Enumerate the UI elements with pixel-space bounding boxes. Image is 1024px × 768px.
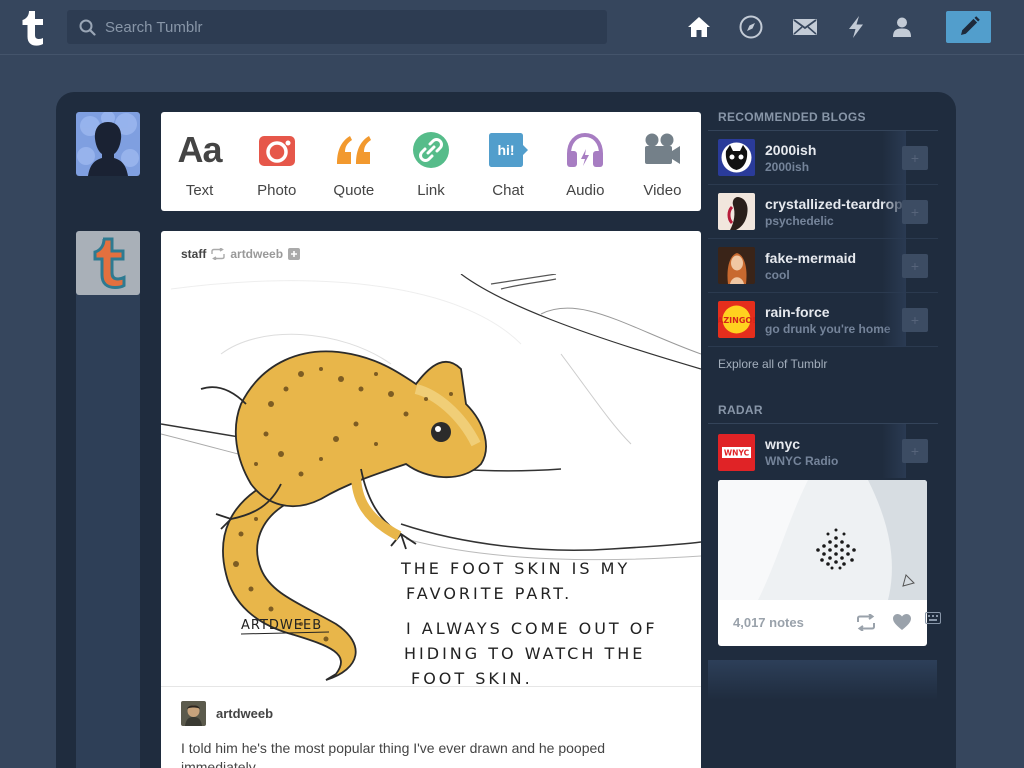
post-type-photo[interactable]: Photo <box>238 112 315 211</box>
follow-button[interactable]: + <box>902 146 928 170</box>
reblog-icon[interactable] <box>856 613 876 631</box>
plus-icon: + <box>910 443 920 459</box>
image-text-line5: FOOT SKIN. <box>411 669 533 686</box>
artdweeb-avatar[interactable] <box>181 701 206 726</box>
headphones-icon <box>565 130 605 170</box>
account-icon[interactable] <box>889 14 915 40</box>
reblogged-from[interactable]: artdweeb <box>230 247 283 261</box>
post-divider <box>161 686 701 687</box>
follow-button[interactable]: + <box>902 254 928 278</box>
pencil-icon <box>960 16 980 35</box>
image-text-line2: FAVORITE PART. <box>406 584 572 603</box>
blog-avatar-wnyc[interactable]: WNYC <box>718 433 755 471</box>
dashboard-post: staff artdweeb THE FOOT SKIN IS MY FAVOR… <box>161 231 701 768</box>
image-text-line3: I ALWAYS COME OUT OF <box>406 619 658 638</box>
blog-avatar-rain-force[interactable]: AZINGO! <box>718 301 755 338</box>
post-avatar-sticky <box>76 231 140 768</box>
compose-button[interactable] <box>946 11 991 43</box>
post-type-bar: Aa Text Photo Quote Link hi! Chat Audio <box>161 112 701 211</box>
activity-bolt-icon[interactable] <box>843 14 869 40</box>
user-avatar-column <box>76 112 140 176</box>
staff-avatar[interactable] <box>76 231 140 295</box>
radar-post-card[interactable]: 4,017 notes <box>718 480 927 646</box>
blog-avatar-crystallized[interactable] <box>718 193 755 230</box>
blog-avatar-2000ish[interactable] <box>718 139 755 176</box>
search-box[interactable] <box>67 10 607 44</box>
image-text-line4: HIDING TO WATCH THE <box>404 644 645 663</box>
radar-title: RADAR <box>708 397 938 424</box>
avatar-azingo-text: AZINGO! <box>718 316 755 325</box>
link-icon <box>412 130 450 170</box>
follow-button[interactable]: + <box>902 439 928 463</box>
plus-icon: + <box>910 258 920 274</box>
recommended-blogs-title: RECOMMENDED BLOGS <box>708 104 938 131</box>
radar-blog-item[interactable]: WNYC wnyc WNYC Radio + <box>708 424 938 480</box>
artist-signature: ARTDWEEB <box>241 618 322 633</box>
post-type-text[interactable]: Aa Text <box>161 112 238 211</box>
blog-avatar-fake-mermaid[interactable] <box>718 247 755 284</box>
camera-icon <box>258 130 296 170</box>
post-type-chat-label: Chat <box>492 182 524 199</box>
post-type-text-label: Text <box>185 182 214 199</box>
post-type-quote-label: Quote <box>333 182 375 199</box>
post-type-video[interactable]: Video <box>624 112 701 211</box>
post-type-video-label: Video <box>643 182 682 199</box>
post-type-quote[interactable]: Quote <box>315 112 392 211</box>
svg-text:hi!: hi! <box>498 142 515 158</box>
video-camera-icon <box>642 130 682 170</box>
plus-icon: + <box>910 204 920 220</box>
chat-icon: hi! <box>487 130 529 170</box>
user-avatar[interactable] <box>76 112 140 176</box>
follow-plus-icon[interactable] <box>288 248 301 260</box>
post-gecko-image: THE FOOT SKIN IS MY FAVORITE PART. I ALW… <box>161 274 701 686</box>
wnyc-logo-text: WNYC <box>724 448 750 457</box>
quote-icon <box>333 130 375 170</box>
post-type-audio[interactable]: Audio <box>547 112 624 211</box>
top-header <box>0 0 1024 55</box>
radar-post-image <box>718 480 927 600</box>
recommended-blog-item[interactable]: crystallized-teardrops psychedelic + <box>708 185 938 239</box>
post-type-link[interactable]: Link <box>392 112 469 211</box>
explore-all-link[interactable]: Explore all of Tumblr <box>708 347 938 397</box>
post-type-link-label: Link <box>417 182 445 199</box>
radar-post-footer: 4,017 notes <box>718 610 927 634</box>
search-input[interactable] <box>105 10 595 44</box>
sidebar: RECOMMENDED BLOGS 2000ish 2000ish + crys… <box>708 104 938 646</box>
post-type-chat[interactable]: hi! Chat <box>470 112 547 211</box>
search-icon <box>79 19 96 36</box>
follow-button[interactable]: + <box>902 308 928 332</box>
sidebar-bottom-fade <box>708 660 937 700</box>
recommended-blog-item[interactable]: fake-mermaid cool + <box>708 239 938 293</box>
reblog-icon <box>211 248 226 260</box>
plus-icon: + <box>910 150 920 166</box>
recommended-blog-item[interactable]: 2000ish 2000ish + <box>708 131 938 185</box>
like-heart-icon[interactable] <box>892 613 912 631</box>
reblog-author[interactable]: artdweeb <box>216 706 273 721</box>
recommended-blog-item[interactable]: AZINGO! rain-force go drunk you're home … <box>708 293 938 347</box>
notes-count[interactable]: 4,017 notes <box>733 615 804 630</box>
post-type-audio-label: Audio <box>566 182 605 199</box>
inbox-icon[interactable] <box>792 14 818 40</box>
home-icon[interactable] <box>686 14 712 40</box>
reblog-trail-header: artdweeb <box>181 701 273 726</box>
follow-button[interactable]: + <box>902 200 928 224</box>
keyboard-icon[interactable] <box>925 612 941 624</box>
post-type-photo-label: Photo <box>257 182 297 199</box>
post-body-text: I told him he's the most popular thing I… <box>181 740 606 768</box>
post-author[interactable]: staff <box>181 247 206 261</box>
explore-compass-icon[interactable] <box>738 14 764 40</box>
image-text-line1: THE FOOT SKIN IS MY <box>400 559 630 578</box>
text-aa-icon: Aa <box>177 129 223 170</box>
plus-icon: + <box>910 312 920 328</box>
post-header: staff artdweeb <box>181 247 301 261</box>
tumblr-logo-icon[interactable] <box>17 9 49 47</box>
